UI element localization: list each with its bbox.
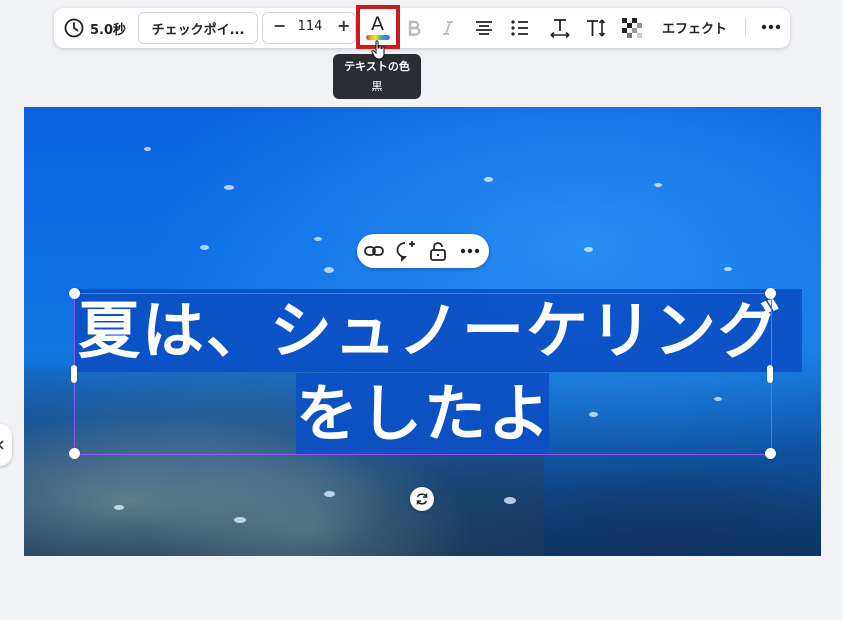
increase-font-size-button[interactable]: +	[337, 16, 350, 35]
fish-decor	[144, 147, 151, 151]
element-floating-toolbar	[357, 234, 489, 268]
text-size-icon	[587, 19, 606, 37]
fish-decor	[504, 497, 516, 504]
font-size-stepper: − 114 +	[262, 12, 356, 44]
resize-handle-left[interactable]	[71, 365, 77, 383]
side-panel-toggle[interactable]	[0, 424, 12, 466]
list-icon	[511, 20, 528, 36]
rotate-button[interactable]	[410, 487, 434, 511]
font-family-select[interactable]: チェックポイ...	[138, 12, 258, 44]
text-color-icon: A	[366, 13, 390, 41]
design-canvas[interactable]: 夏は、シュノーケリング をしたよ	[24, 107, 821, 556]
fish-decor	[114, 505, 124, 510]
add-comment-button[interactable]	[395, 240, 417, 262]
tooltip-title: テキストの色	[344, 60, 410, 73]
resize-handle-right[interactable]	[767, 365, 773, 383]
effects-button[interactable]: エフェクト	[662, 18, 727, 37]
resize-handle-top-left[interactable]	[69, 288, 80, 299]
fish-decor	[234, 517, 246, 523]
deep-water-shadow	[444, 447, 821, 556]
decrease-font-size-button[interactable]: −	[273, 16, 286, 35]
resize-handle-bottom-right[interactable]	[765, 448, 776, 459]
more-icon	[460, 248, 480, 254]
bold-button[interactable]	[402, 16, 426, 40]
italic-button[interactable]	[436, 16, 460, 40]
italic-icon	[443, 21, 453, 35]
line-height-button[interactable]	[584, 16, 608, 40]
transparency-icon	[622, 18, 642, 38]
more-icon	[761, 24, 781, 30]
text-toolbar: 5.0秒 チェックポイ... − 114 + A エフェクト	[54, 5, 790, 49]
align-button[interactable]	[472, 16, 496, 40]
text-color-tooltip: テキストの色 黒	[333, 54, 421, 99]
align-center-icon	[476, 21, 492, 35]
fish-decor	[484, 177, 493, 182]
fish-decor	[584, 247, 593, 252]
toolbar-divider	[745, 18, 746, 36]
lock-icon	[430, 242, 446, 261]
comment-add-icon	[396, 241, 415, 262]
fish-decor	[324, 267, 334, 273]
resize-handle-bottom-left[interactable]	[69, 448, 80, 459]
duration-label: 5.0秒	[90, 22, 127, 38]
selection-box	[74, 293, 772, 455]
pointer-hand-cursor-icon	[371, 40, 385, 60]
lock-button[interactable]	[427, 240, 449, 262]
resize-handle-top-right[interactable]	[765, 288, 776, 299]
fish-decor	[324, 491, 335, 497]
chevron-left-icon	[0, 440, 4, 450]
fish-decor	[224, 185, 234, 190]
more-options-button[interactable]	[760, 16, 782, 38]
fish-decor	[724, 267, 732, 271]
rotate-icon	[416, 493, 428, 505]
tooltip-current-color: 黒	[371, 80, 383, 93]
link-icon	[364, 246, 384, 256]
duration-button[interactable]: 5.0秒	[64, 17, 126, 39]
fish-decor	[314, 237, 322, 241]
clock-icon	[64, 18, 84, 38]
fish-decor	[200, 245, 209, 250]
font-size-input[interactable]: 114	[297, 19, 323, 34]
letter-spacing-button[interactable]	[548, 16, 572, 40]
link-button[interactable]	[363, 240, 385, 262]
letter-spacing-icon	[550, 19, 570, 39]
transparency-button[interactable]	[620, 16, 644, 40]
element-more-button[interactable]	[459, 240, 481, 262]
bold-icon	[408, 20, 421, 36]
list-button[interactable]	[508, 16, 532, 40]
fish-decor	[654, 183, 662, 187]
